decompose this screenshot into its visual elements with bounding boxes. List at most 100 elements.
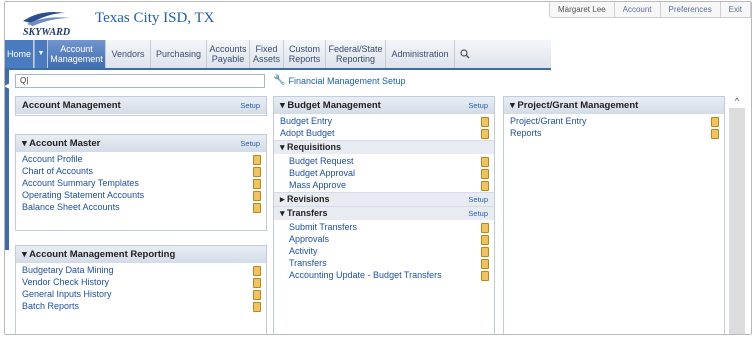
wrench-icon: 🔧: [273, 75, 286, 86]
favorite-icon[interactable]: [710, 116, 719, 127]
preferences-link[interactable]: Preferences: [659, 2, 720, 18]
panel-header: Account Management Setup: [16, 97, 266, 114]
list-item[interactable]: Balance Sheet Accounts: [16, 201, 266, 213]
project-grant-management-panel: ▾ Project/Grant Management Project/Grant…: [503, 96, 725, 334]
nav-administration[interactable]: Administration: [386, 40, 455, 68]
list-item[interactable]: Operating Statement Accounts: [16, 189, 266, 201]
favorite-icon[interactable]: [252, 166, 261, 177]
favorite-icon[interactable]: [252, 202, 261, 213]
search-input[interactable]: Q|: [15, 74, 265, 88]
panel-title: ▾ Account Master: [22, 138, 101, 149]
link-list: Budgetary Data Mining Vendor Check Histo…: [16, 263, 266, 313]
user-bar: Margaret Lee Account Preferences Exit: [549, 2, 751, 18]
account-management-panel: Account Management Setup: [15, 96, 267, 116]
link-list: Submit Transfers Approvals Activity Tran…: [274, 220, 494, 282]
top-bar: SKYWARD Texas City ISD, TX Margaret Lee …: [5, 2, 751, 40]
panel-title: ▾ Project/Grant Management: [510, 100, 639, 111]
favorite-icon[interactable]: [480, 270, 489, 281]
search-icon[interactable]: [455, 40, 475, 68]
list-item[interactable]: Mass Approve: [274, 179, 494, 191]
nav-purchasing[interactable]: Purchasing: [151, 40, 207, 68]
favorite-icon[interactable]: [252, 277, 261, 288]
favorite-icon[interactable]: [710, 128, 719, 139]
favorite-icon[interactable]: [252, 190, 261, 201]
link-list: Budget Entry Adopt Budget: [274, 114, 494, 140]
financial-management-setup-label: Financial Management Setup: [288, 75, 406, 86]
list-item[interactable]: General Inputs History: [16, 288, 266, 300]
favorite-icon[interactable]: [252, 178, 261, 189]
nav-home[interactable]: Home: [5, 40, 34, 68]
panel-title: ▾ Account Management Reporting: [22, 249, 176, 260]
panel-header[interactable]: ▾ Account Master Setup: [16, 135, 266, 152]
scroll-up-icon[interactable]: ^: [729, 94, 745, 108]
list-item[interactable]: Adopt Budget: [274, 127, 494, 139]
panel-title: ▾ Budget Management: [280, 100, 381, 111]
favorite-icon[interactable]: [480, 222, 489, 233]
panel-title: Account Management: [22, 100, 121, 111]
list-item[interactable]: Approvals: [274, 233, 494, 245]
left-collapse-strip[interactable]: ◀: [5, 70, 9, 250]
setup-link[interactable]: Setup: [240, 101, 260, 110]
setup-link[interactable]: Setup: [240, 139, 260, 148]
panel-header[interactable]: ▾ Account Management Reporting: [16, 246, 266, 263]
list-item[interactable]: Budget Request: [274, 155, 494, 167]
app-window: SKYWARD Texas City ISD, TX Margaret Lee …: [4, 1, 752, 335]
account-management-reporting-panel: ▾ Account Management Reporting Budgetary…: [15, 245, 267, 334]
setup-link[interactable]: Setup: [468, 101, 488, 110]
list-item[interactable]: Project/Grant Entry: [504, 115, 724, 127]
list-item[interactable]: Reports: [504, 127, 724, 139]
favorite-icon[interactable]: [480, 168, 489, 179]
list-item[interactable]: Vendor Check History: [16, 276, 266, 288]
favorite-icon[interactable]: [480, 246, 489, 257]
favorite-icon[interactable]: [480, 116, 489, 127]
panel-header[interactable]: ▾ Project/Grant Management: [504, 97, 724, 114]
svg-text:SKYWARD: SKYWARD: [23, 27, 70, 37]
list-item[interactable]: Budgetary Data Mining: [16, 264, 266, 276]
main-nav: Home ▼ Account Management Vendors Purcha…: [5, 40, 551, 70]
favorite-icon[interactable]: [252, 289, 261, 300]
nav-federal-state-reporting[interactable]: Federal/State Reporting: [326, 40, 386, 68]
list-item[interactable]: Account Profile: [16, 153, 266, 165]
nav-accounts-payable[interactable]: Accounts Payable: [207, 40, 250, 68]
financial-management-setup-link[interactable]: 🔧 Financial Management Setup: [273, 75, 406, 86]
list-item[interactable]: Chart of Accounts: [16, 165, 266, 177]
requisitions-header[interactable]: ▾ Requisitions: [274, 140, 494, 154]
list-item[interactable]: Accounting Update - Budget Transfers: [274, 269, 494, 281]
favorite-icon[interactable]: [252, 301, 261, 312]
transfers-header[interactable]: ▾ Transfers Setup: [274, 206, 494, 220]
nav-custom-reports[interactable]: Custom Reports: [284, 40, 326, 68]
link-list: Account Profile Chart of Accounts Accoun…: [16, 152, 266, 214]
vertical-scrollbar[interactable]: ^: [729, 94, 745, 334]
budget-management-panel: ▾ Budget Management Setup Budget Entry A…: [273, 96, 495, 334]
list-item[interactable]: Batch Reports: [16, 300, 266, 312]
chevron-down-icon[interactable]: ▼: [34, 40, 48, 68]
skyward-logo: SKYWARD: [23, 12, 71, 37]
favorite-icon[interactable]: [480, 180, 489, 191]
link-list: Project/Grant Entry Reports: [504, 114, 724, 140]
favorite-icon[interactable]: [480, 156, 489, 167]
favorite-icon[interactable]: [252, 265, 261, 276]
favorite-icon[interactable]: [480, 128, 489, 139]
favorite-icon[interactable]: [480, 258, 489, 269]
setup-link[interactable]: Setup: [468, 209, 488, 218]
nav-vendors[interactable]: Vendors: [106, 40, 151, 68]
list-item[interactable]: Transfers: [274, 257, 494, 269]
panel-header[interactable]: ▾ Budget Management Setup: [274, 97, 494, 114]
revisions-header[interactable]: ▸ Revisions Setup: [274, 192, 494, 206]
district-name: Texas City ISD, TX: [95, 10, 215, 26]
favorite-icon[interactable]: [480, 234, 489, 245]
favorite-icon[interactable]: [252, 154, 261, 165]
link-list: Budget Request Budget Approval Mass Appr…: [274, 154, 494, 192]
list-item[interactable]: Submit Transfers: [274, 221, 494, 233]
list-item[interactable]: Budget Entry: [274, 115, 494, 127]
list-item[interactable]: Account Summary Templates: [16, 177, 266, 189]
list-item[interactable]: Activity: [274, 245, 494, 257]
user-name: Margaret Lee: [558, 4, 606, 14]
setup-link[interactable]: Setup: [468, 195, 488, 204]
exit-link[interactable]: Exit: [719, 2, 750, 18]
nav-account-management[interactable]: Account Management: [48, 40, 106, 68]
account-link[interactable]: Account: [613, 2, 660, 18]
nav-fixed-assets[interactable]: Fixed Assets: [250, 40, 284, 68]
list-item[interactable]: Budget Approval: [274, 167, 494, 179]
arrow-left-icon[interactable]: ◀: [5, 82, 9, 90]
